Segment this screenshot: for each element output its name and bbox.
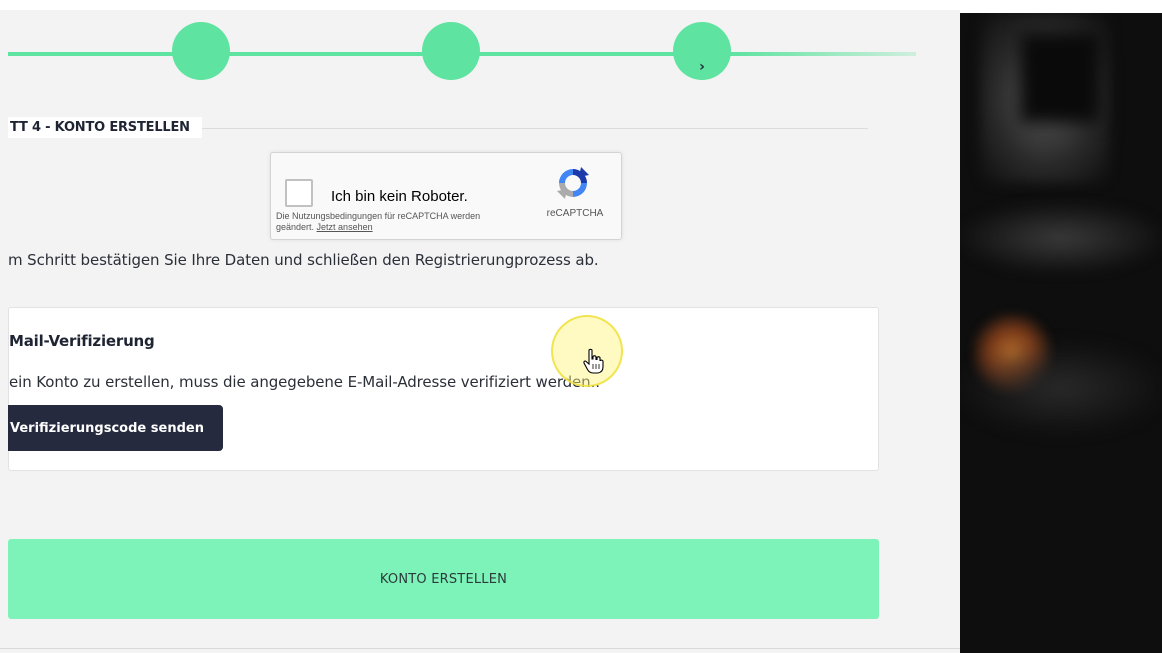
bottom-divider bbox=[0, 648, 960, 649]
registration-page: › TT 4 - KONTO ERSTELLEN Ich bin kein Ro… bbox=[0, 10, 960, 653]
step-1-indicator bbox=[172, 22, 230, 80]
recaptcha-label: Ich bin kein Roboter. bbox=[331, 188, 468, 205]
top-strip bbox=[0, 0, 1162, 10]
blurred-shape bbox=[960, 203, 1162, 273]
recaptcha-logo-icon bbox=[557, 167, 589, 199]
blurred-shape bbox=[1020, 33, 1100, 123]
recaptcha-widget: Ich bin kein Roboter. Die Nutzungsbeding… bbox=[270, 152, 622, 240]
recaptcha-terms: Die Nutzungsbedingungen für reCAPTCHA we… bbox=[276, 211, 496, 233]
section-header: TT 4 - KONTO ERSTELLEN bbox=[8, 117, 868, 141]
verification-description: ein Konto zu erstellen, muss die angegeb… bbox=[9, 373, 600, 391]
step-3-indicator: › bbox=[673, 22, 731, 80]
chevron-right-icon: › bbox=[699, 59, 705, 75]
step-2-indicator bbox=[422, 22, 480, 80]
video-thumbnail-panel bbox=[960, 13, 1162, 653]
section-title: TT 4 - KONTO ERSTELLEN bbox=[8, 117, 202, 138]
create-account-button[interactable]: KONTO ERSTELLEN bbox=[8, 539, 879, 619]
recaptcha-brand: reCAPTCHA bbox=[546, 208, 604, 219]
send-verification-code-button[interactable]: Verifizierungscode senden bbox=[8, 405, 223, 451]
blurred-shape bbox=[960, 343, 1162, 433]
progress-bar: › bbox=[8, 22, 916, 80]
email-verification-card: Mail-Verifizierung ein Konto zu erstelle… bbox=[8, 307, 879, 471]
recaptcha-terms-text: Die Nutzungsbedingungen für reCAPTCHA we… bbox=[276, 211, 481, 232]
recaptcha-terms-link[interactable]: Jetzt ansehen bbox=[317, 222, 373, 232]
hand-pointer-icon bbox=[583, 348, 604, 374]
confirm-description: m Schritt bestätigen Sie Ihre Daten und … bbox=[8, 251, 599, 269]
recaptcha-checkbox[interactable] bbox=[285, 179, 313, 207]
verification-title: Mail-Verifizierung bbox=[9, 332, 155, 350]
